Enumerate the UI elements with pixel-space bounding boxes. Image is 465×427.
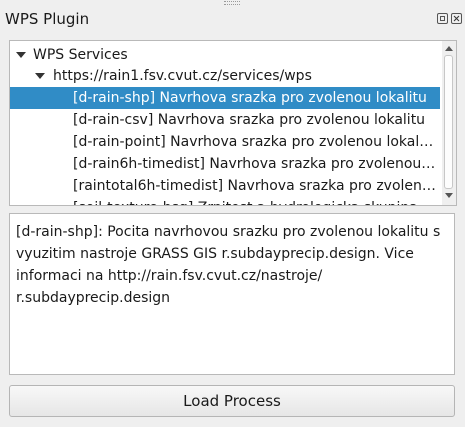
tree-item-server[interactable]: https://rain1.fsv.cvut.cz/services/wps	[10, 65, 440, 87]
tree-item-process[interactable]: [d-rain-point] Navrhova srazka pro zvole…	[10, 131, 440, 153]
expand-arrow-icon[interactable]	[35, 73, 45, 79]
process-description: [d-rain-shp]: Pocita navrhovou srazku pr…	[9, 213, 455, 375]
scrollbar-thumb[interactable]	[444, 55, 453, 189]
vertical-scrollbar[interactable]	[442, 41, 456, 205]
close-icon[interactable]	[451, 13, 462, 24]
process-label: [d-rain-csv] Navrhova srazka pro zvoleno…	[73, 112, 426, 128]
process-label: [raintotal6h-timedist] Navrhova srazka p…	[73, 178, 437, 194]
process-label: [d-rain-point] Navrhova srazka pro zvole…	[73, 134, 437, 150]
scroll-down-arrow-icon[interactable]	[445, 193, 453, 198]
process-label: [d-rain-shp] Navrhova srazka pro zvoleno…	[73, 90, 427, 106]
server-url-label: https://rain1.fsv.cvut.cz/services/wps	[53, 68, 312, 84]
panel-title: WPS Plugin	[5, 10, 90, 28]
process-label: [d-rain6h-timedist] Navrhova srazka pro …	[73, 156, 437, 172]
wps-services-tree[interactable]: WPS Services https://rain1.fsv.cvut.cz/s…	[9, 40, 457, 206]
tree-item-label: WPS Services	[33, 47, 128, 63]
process-label: [soil-texture-hsg] Zrnitost a hydrologic…	[73, 197, 437, 205]
scroll-up-arrow-icon[interactable]	[445, 46, 453, 51]
tree-item-process[interactable]: [raintotal6h-timedist] Navrhova srazka p…	[10, 175, 440, 197]
panel-title-bar[interactable]: WPS Plugin	[0, 0, 465, 40]
drag-handle-icon[interactable]	[224, 1, 240, 5]
load-process-button[interactable]: Load Process	[9, 385, 455, 417]
tree-item-process[interactable]: [d-rain6h-timedist] Navrhova srazka pro …	[10, 153, 440, 175]
tree-item-process[interactable]: [d-rain-shp] Navrhova srazka pro zvoleno…	[10, 87, 440, 109]
tree-item-process[interactable]: [soil-texture-hsg] Zrnitost a hydrologic…	[10, 197, 440, 205]
expand-arrow-icon[interactable]	[16, 52, 26, 58]
tree-item-wps-services[interactable]: WPS Services	[10, 44, 440, 66]
float-window-icon[interactable]	[437, 13, 448, 24]
tree-item-process[interactable]: [d-rain-csv] Navrhova srazka pro zvoleno…	[10, 109, 440, 131]
